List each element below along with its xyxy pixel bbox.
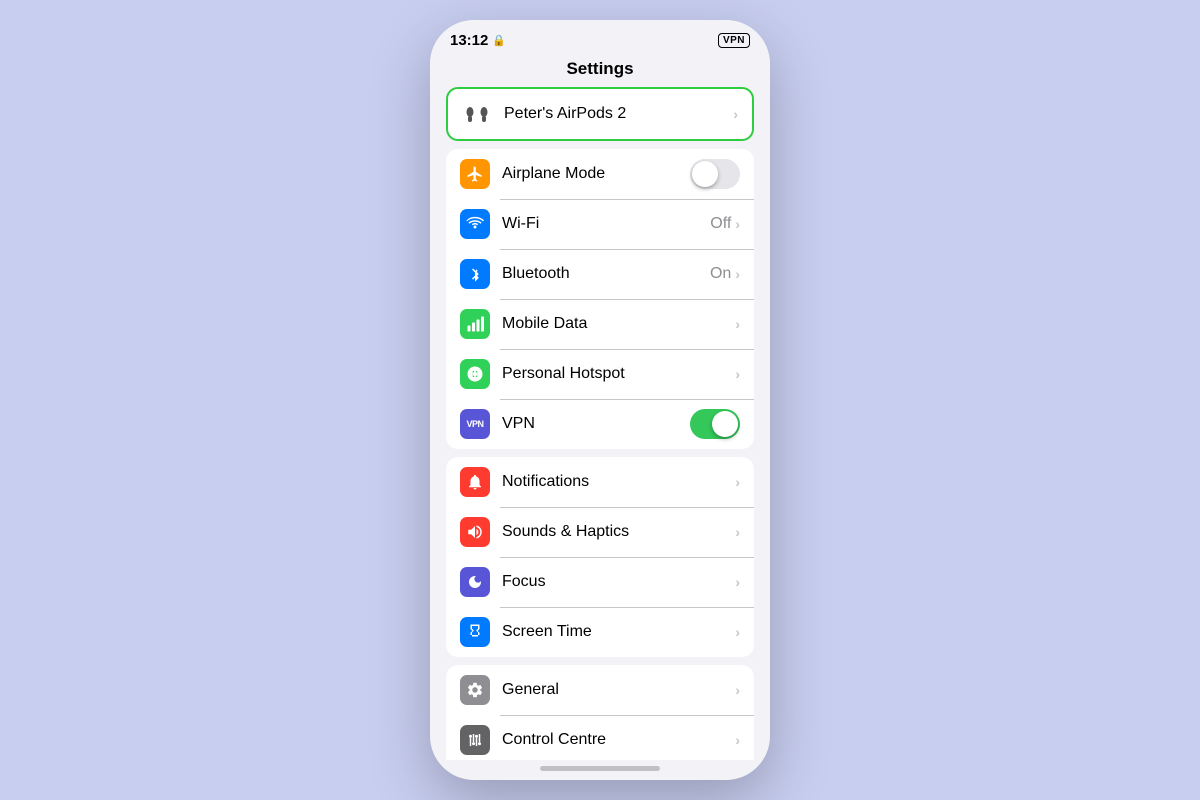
- personal-hotspot-row[interactable]: Personal Hotspot ›: [446, 349, 754, 399]
- control-centre-row[interactable]: Control Centre ›: [446, 715, 754, 760]
- airpods-section: Peter's AirPods 2 ›: [446, 87, 754, 141]
- control-centre-icon: [460, 725, 490, 755]
- system-section: General › Control: [446, 665, 754, 760]
- mobile-data-chevron: ›: [735, 316, 740, 332]
- bluetooth-row[interactable]: Bluetooth On ›: [446, 249, 754, 299]
- control-centre-label: Control Centre: [502, 731, 735, 749]
- focus-icon: [460, 567, 490, 597]
- wifi-row[interactable]: Wi-Fi Off ›: [446, 199, 754, 249]
- hourglass-svg-icon: [466, 623, 484, 641]
- phone-frame: 13:12 🔒 VPN Settings: [430, 20, 770, 780]
- home-bar: [540, 766, 660, 771]
- wifi-svg-icon: [466, 215, 484, 233]
- sounds-haptics-row[interactable]: Sounds & Haptics ›: [446, 507, 754, 557]
- airpods-chevron: ›: [733, 106, 738, 122]
- wifi-value: Off: [710, 215, 731, 233]
- vpn-label: VPN: [502, 415, 690, 433]
- airplane-svg-icon: [466, 165, 484, 183]
- airpods-row[interactable]: Peter's AirPods 2 ›: [448, 89, 752, 139]
- mobile-data-icon: [460, 309, 490, 339]
- notifications-icon: [460, 467, 490, 497]
- airplane-mode-row[interactable]: Airplane Mode: [446, 149, 754, 199]
- screen-time-chevron: ›: [735, 624, 740, 640]
- status-time: 13:12 🔒: [450, 32, 506, 49]
- alerts-section: Notifications › Sounds & Haptics ›: [446, 457, 754, 657]
- screen-time-icon: [460, 617, 490, 647]
- wifi-icon: [460, 209, 490, 239]
- moon-svg-icon: [467, 574, 483, 590]
- bluetooth-value: On: [710, 265, 731, 283]
- focus-row[interactable]: Focus ›: [446, 557, 754, 607]
- personal-hotspot-icon: [460, 359, 490, 389]
- personal-hotspot-label: Personal Hotspot: [502, 365, 735, 383]
- wifi-chevron: ›: [735, 216, 740, 232]
- notifications-row[interactable]: Notifications ›: [446, 457, 754, 507]
- scroll-area[interactable]: Peter's AirPods 2 › Airplane Mode: [430, 87, 770, 760]
- sounds-haptics-icon: [460, 517, 490, 547]
- screen-time-label: Screen Time: [502, 623, 735, 641]
- cellular-svg-icon: [466, 315, 484, 333]
- home-indicator: [430, 760, 770, 780]
- bluetooth-svg-icon: [467, 265, 483, 283]
- general-chevron: ›: [735, 682, 740, 698]
- notifications-chevron: ›: [735, 474, 740, 490]
- airpods-label: Peter's AirPods 2: [504, 105, 733, 123]
- lock-icon: 🔒: [492, 34, 506, 47]
- sounds-haptics-label: Sounds & Haptics: [502, 523, 735, 541]
- vpn-row[interactable]: VPN VPN: [446, 399, 754, 449]
- airplane-mode-icon: [460, 159, 490, 189]
- personal-hotspot-chevron: ›: [735, 366, 740, 382]
- nav-bar: Settings: [430, 53, 770, 87]
- vpn-status-badge: VPN: [718, 33, 750, 48]
- page-title: Settings: [566, 59, 633, 78]
- mobile-data-label: Mobile Data: [502, 315, 735, 333]
- airpods-svg-icon: [463, 103, 491, 125]
- screen-time-row[interactable]: Screen Time ›: [446, 607, 754, 657]
- sounds-haptics-chevron: ›: [735, 524, 740, 540]
- general-row[interactable]: General ›: [446, 665, 754, 715]
- focus-chevron: ›: [735, 574, 740, 590]
- sound-svg-icon: [466, 523, 484, 541]
- general-icon: [460, 675, 490, 705]
- mobile-data-row[interactable]: Mobile Data ›: [446, 299, 754, 349]
- vpn-icon: VPN: [460, 409, 490, 439]
- hotspot-svg-icon: [466, 365, 484, 383]
- bluetooth-icon: [460, 259, 490, 289]
- airplane-mode-label: Airplane Mode: [502, 165, 690, 183]
- airplane-mode-toggle[interactable]: [690, 159, 740, 189]
- general-label: General: [502, 681, 735, 699]
- wifi-label: Wi-Fi: [502, 215, 710, 233]
- time-label: 13:12: [450, 32, 488, 49]
- focus-label: Focus: [502, 573, 735, 591]
- bluetooth-label: Bluetooth: [502, 265, 710, 283]
- gear-svg-icon: [466, 681, 484, 699]
- connectivity-section: Airplane Mode Wi-Fi Off ›: [446, 149, 754, 449]
- sliders-svg-icon: [466, 731, 484, 749]
- airpods-icon: [462, 99, 492, 129]
- bell-svg-icon: [466, 473, 484, 491]
- control-centre-chevron: ›: [735, 732, 740, 748]
- status-icons: VPN: [718, 33, 750, 48]
- bluetooth-chevron: ›: [735, 266, 740, 282]
- status-bar: 13:12 🔒 VPN: [430, 20, 770, 53]
- notifications-label: Notifications: [502, 473, 735, 491]
- vpn-toggle[interactable]: [690, 409, 740, 439]
